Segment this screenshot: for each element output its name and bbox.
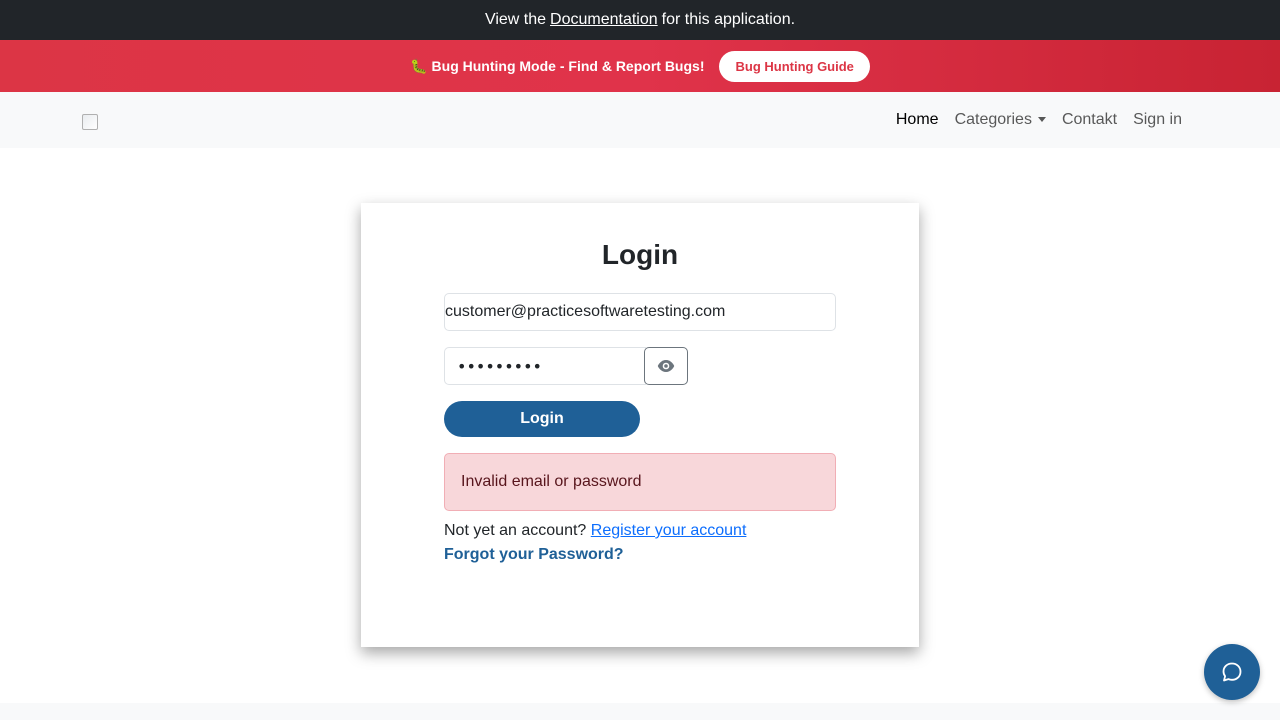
login-card: Login Login Invalid email or password No…	[361, 203, 919, 647]
nav-categories[interactable]: Categories	[947, 111, 1054, 129]
bug-hunting-message: Bug Hunting Mode - Find & Report Bugs!	[431, 58, 705, 74]
chat-button[interactable]	[1204, 644, 1260, 700]
register-link[interactable]: Register your account	[591, 522, 747, 539]
forgot-password-link[interactable]: Forgot your Password?	[444, 546, 624, 564]
error-message: Invalid email or password	[461, 473, 642, 490]
nav-home[interactable]: Home	[888, 111, 947, 129]
documentation-banner: View the Documentation for this applicat…	[0, 0, 1280, 40]
nav-categories-label: Categories	[954, 111, 1032, 128]
show-password-button[interactable]	[644, 347, 688, 385]
email-field[interactable]	[444, 293, 836, 331]
register-prefix: Not yet an account?	[444, 522, 587, 539]
logo-image[interactable]	[82, 114, 98, 130]
bug-icon: 🐛	[410, 57, 428, 74]
navbar: Home Categories Contakt Sign in	[0, 92, 1280, 148]
password-field[interactable]	[444, 347, 646, 385]
doc-banner-suffix: for this application.	[661, 11, 796, 28]
caret-down-icon	[1037, 117, 1046, 123]
login-button[interactable]: Login	[444, 401, 640, 437]
chat-icon	[1222, 662, 1242, 682]
documentation-link[interactable]: Documentation	[550, 11, 658, 29]
bug-hunting-guide-button[interactable]: Bug Hunting Guide	[719, 50, 870, 82]
nav-sign-in[interactable]: Sign in	[1125, 111, 1190, 129]
nav-links: Home Categories Contakt Sign in	[888, 92, 1190, 148]
doc-banner-prefix: View the	[484, 11, 547, 28]
footer-strip	[0, 703, 1280, 720]
nav-contact[interactable]: Contakt	[1054, 111, 1125, 129]
eye-icon	[657, 360, 675, 372]
bug-hunting-banner: 🐛 Bug Hunting Mode - Find & Report Bugs!…	[0, 40, 1280, 92]
error-alert: Invalid email or password	[444, 453, 836, 511]
register-line: Not yet an account? Register your accoun…	[444, 522, 746, 540]
login-title: Login	[601, 239, 679, 270]
